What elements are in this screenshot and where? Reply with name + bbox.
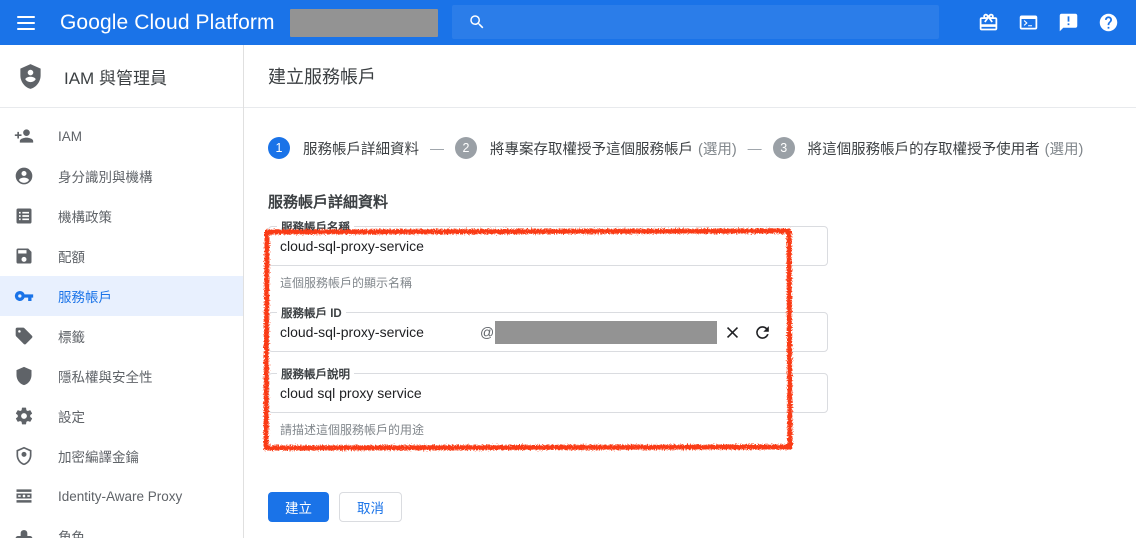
service-account-form: 服務帳戶名稱 這個服務帳戶的顯示名稱 服務帳戶 ID @	[268, 219, 828, 438]
sidebar-item-label: 服務帳戶	[58, 290, 112, 305]
project-selector-redacted[interactable]	[289, 8, 438, 37]
step-3-optional: (選用)	[1044, 141, 1084, 158]
header-icon-group	[968, 0, 1128, 45]
field-group-description: 服務帳戶說明 請描述這個服務帳戶的用途	[268, 366, 828, 438]
sidebar-nav-list: IAM 身分識別與機構 機構政策 配額 服務帳戶 標籤 隱私權與安全性 設定 加…	[0, 108, 243, 538]
service-account-description-label: 服務帳戶說明	[277, 366, 354, 382]
sidebar-item-iap[interactable]: Identity-Aware Proxy	[0, 476, 243, 516]
service-account-id-field[interactable]: 服務帳戶 ID @	[268, 305, 828, 352]
step-2-label[interactable]: 將專案存取權授予這個服務帳戶	[490, 138, 693, 159]
sidebar-item-label: 隱私權與安全性	[58, 370, 153, 385]
iam-shield-person-icon	[10, 56, 50, 96]
save-disk-icon	[12, 244, 36, 268]
sidebar-item-label: 角色	[58, 530, 85, 538]
sidebar-item-crypto-keys[interactable]: 加密編譯金鑰	[0, 436, 243, 476]
search-icon	[470, 15, 484, 29]
create-button[interactable]: 建立	[268, 492, 329, 522]
field-group-name: 服務帳戶名稱 這個服務帳戶的顯示名稱	[268, 219, 828, 291]
step-2-number[interactable]: 2	[455, 137, 477, 159]
tag-label-icon	[12, 324, 36, 348]
sidebar-item-label: 身分識別與機構	[58, 170, 153, 185]
iap-proxy-icon	[12, 484, 36, 508]
form-actions: 建立 取消	[268, 492, 402, 522]
page-title: 建立服務帳戶	[268, 67, 376, 87]
service-account-name-hint: 這個服務帳戶的顯示名稱	[280, 276, 413, 290]
gear-settings-icon	[12, 404, 36, 428]
sidebar-item-quota[interactable]: 配額	[0, 236, 243, 276]
sidebar-item-label: 標籤	[58, 330, 85, 345]
crypto-key-shield-icon	[12, 444, 36, 468]
service-account-description-input[interactable]	[280, 385, 819, 401]
sidebar: IAM 與管理員 IAM 身分識別與機構 機構政策 配額 服務帳戶 標籤 隱私權…	[0, 45, 244, 538]
service-account-id-at-symbol: @	[480, 324, 495, 340]
page-title-bar: 建立服務帳戶	[244, 45, 1136, 108]
brand-title[interactable]: Google Cloud Platform	[60, 11, 275, 35]
sidebar-item-label: 加密編譯金鑰	[58, 450, 139, 465]
notifications-alert-icon[interactable]	[1048, 0, 1088, 45]
sidebar-item-label: IAM	[58, 128, 83, 144]
service-account-name-input[interactable]	[280, 238, 819, 254]
content-area: 1 服務帳戶詳細資料 — 2 將專案存取權授予這個服務帳戶 (選用) — 3 將…	[244, 108, 1136, 438]
step-2-optional: (選用)	[698, 141, 737, 158]
sidebar-item-org-policy[interactable]: 機構政策	[0, 196, 243, 236]
main-content: 建立服務帳戶 1 服務帳戶詳細資料 — 2 將專案存取權授予這個服務帳戶 (選用…	[244, 45, 1136, 538]
service-account-id-input[interactable]	[280, 324, 476, 340]
step-separator: —	[430, 140, 444, 156]
step-3-number[interactable]: 3	[772, 137, 795, 159]
sidebar-item-service-accounts[interactable]: 服務帳戶	[0, 276, 243, 316]
sidebar-item-roles[interactable]: 角色	[0, 516, 243, 538]
service-account-description-hint: 請描述這個服務帳戶的用途	[280, 423, 425, 437]
step-separator: —	[747, 140, 762, 156]
service-account-name-field[interactable]: 服務帳戶名稱	[268, 219, 828, 266]
close-x-icon[interactable]	[717, 317, 747, 347]
sidebar-item-label: 機構政策	[58, 210, 112, 225]
sidebar-product-header: IAM 與管理員	[0, 45, 243, 108]
sidebar-product-title: IAM 與管理員	[64, 68, 167, 88]
step-1-label[interactable]: 服務帳戶詳細資料	[303, 138, 419, 159]
step-indicator: 1 服務帳戶詳細資料 — 2 將專案存取權授予這個服務帳戶 (選用) — 3 將…	[268, 136, 1112, 160]
service-account-description-field[interactable]: 服務帳戶說明	[268, 366, 828, 413]
step-1-number[interactable]: 1	[268, 137, 290, 159]
field-group-id: 服務帳戶 ID @	[268, 305, 828, 352]
refresh-icon[interactable]	[747, 317, 777, 347]
sidebar-item-label: 配額	[58, 250, 85, 265]
person-add-icon	[12, 124, 36, 148]
step-3-label[interactable]: 將這個服務帳戶的存取權授予使用者	[808, 138, 1040, 159]
hamburger-menu-icon[interactable]	[4, 0, 48, 45]
sidebar-item-iam[interactable]: IAM	[0, 116, 243, 156]
gift-icon[interactable]	[968, 0, 1008, 45]
document-lines-icon	[12, 204, 36, 228]
service-account-key-icon	[12, 284, 36, 308]
search-input[interactable]	[452, 5, 939, 39]
top-header-bar: Google Cloud Platform	[0, 0, 1136, 45]
section-title: 服務帳戶詳細資料	[268, 194, 389, 211]
service-account-id-domain-redacted	[495, 320, 718, 344]
person-circle-icon	[12, 164, 36, 188]
shield-icon	[12, 364, 36, 388]
roles-hat-icon	[12, 524, 36, 538]
sidebar-item-labels[interactable]: 標籤	[0, 316, 243, 356]
sidebar-item-label: 設定	[58, 410, 85, 425]
sidebar-item-privacy-security[interactable]: 隱私權與安全性	[0, 356, 243, 396]
cloud-shell-terminal-icon[interactable]	[1008, 0, 1048, 45]
help-question-icon[interactable]	[1088, 0, 1128, 45]
sidebar-item-label: Identity-Aware Proxy	[58, 488, 183, 504]
sidebar-item-settings[interactable]: 設定	[0, 396, 243, 436]
service-account-id-label: 服務帳戶 ID	[277, 305, 346, 321]
sidebar-item-identity-org[interactable]: 身分識別與機構	[0, 156, 243, 196]
service-account-name-label: 服務帳戶名稱	[277, 219, 354, 235]
cancel-button[interactable]: 取消	[339, 492, 402, 522]
